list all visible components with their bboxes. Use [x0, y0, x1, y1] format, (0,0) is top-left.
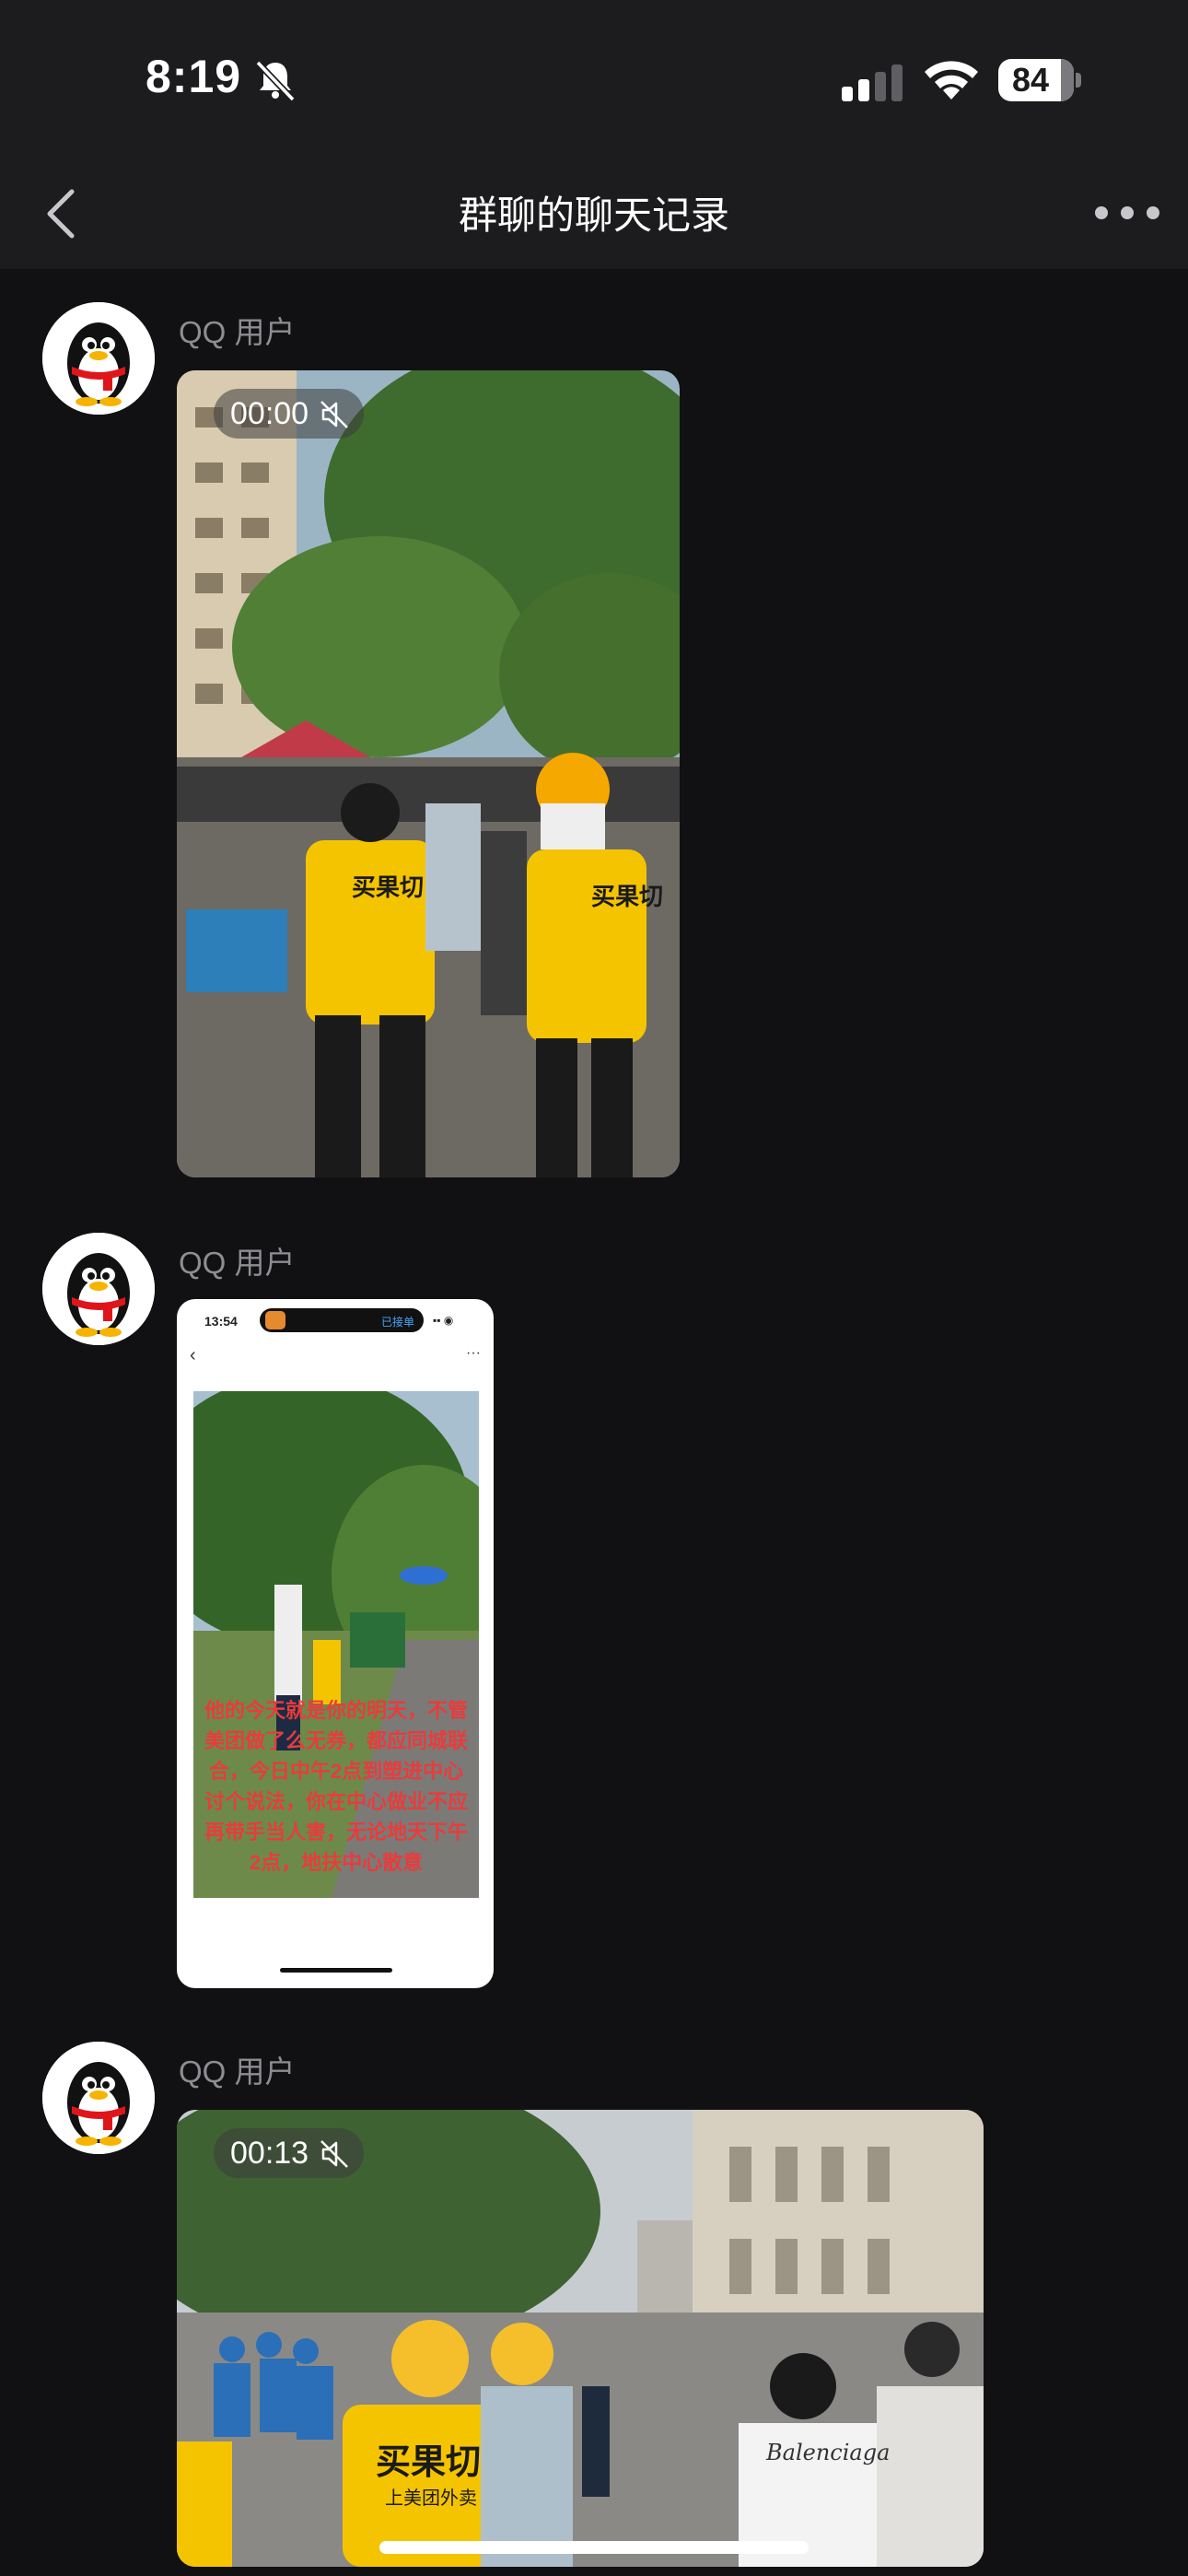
svg-text:Balenciaga: Balenciaga	[765, 2440, 890, 2465]
video-duration-badge: 00:00	[214, 389, 365, 439]
cellular-signal-icon	[842, 64, 903, 101]
embedded-photo: 他的今天就是你的明天，不管美团做了么无券，都应同城联合，今日中午2点到塑进中心讨…	[193, 1391, 479, 1898]
video-thumbnail: 买果切 买果切	[177, 370, 680, 1177]
sender-name: QQ 用户	[179, 315, 296, 349]
more-options-icon[interactable]	[1090, 190, 1164, 236]
nav-bar: 群聊的聊天记录	[0, 157, 1188, 269]
embedded-home-indicator	[280, 1968, 392, 1973]
sender-name: QQ 用户	[179, 2055, 296, 2089]
battery-level: 84	[1011, 61, 1050, 99]
embedded-back-icon: ‹	[190, 1345, 196, 1365]
embedded-more-icon: ···	[466, 1345, 481, 1361]
mute-icon[interactable]	[318, 398, 351, 431]
qq-penguin-avatar-icon	[42, 302, 155, 415]
video-message[interactable]: 买果切 买果切 00:00	[177, 370, 680, 1177]
jersey-label: 买果切	[376, 2441, 481, 2482]
qq-penguin-avatar-icon	[42, 2042, 155, 2154]
bell-muted-icon	[255, 60, 296, 102]
video-message[interactable]: 买果切 上美团外卖 Balenciaga 00:13	[177, 2110, 984, 2567]
page-title: 群聊的聊天记录	[458, 193, 729, 237]
video-duration-badge: 00:13	[214, 2128, 365, 2178]
embedded-status-bar: 13:54 已接单 ▪▪ ◉	[177, 1299, 494, 1336]
wifi-icon	[925, 61, 978, 100]
avatar[interactable]	[42, 1233, 155, 1345]
avatar[interactable]	[42, 2042, 155, 2154]
qq-penguin-avatar-icon	[42, 1233, 155, 1345]
status-bar: 8:19 84	[0, 0, 1188, 157]
photo-caption: 他的今天就是你的明天，不管美团做了么无券，都应同城联合，今日中午2点到塑进中心讨…	[204, 1699, 468, 1874]
image-message[interactable]: 13:54 已接单 ▪▪ ◉ ‹ ··· 他的今天就是你的明天，不管美团做了么无…	[177, 1299, 494, 1988]
jersey-label: 买果切	[352, 874, 424, 902]
status-time: 8:19	[146, 51, 242, 102]
video-time: 00:00	[230, 396, 309, 431]
video-thumbnail: 买果切 上美团外卖 Balenciaga	[177, 2110, 984, 2567]
video-time: 00:13	[230, 2136, 309, 2171]
battery-indicator: 84	[998, 59, 1081, 101]
svg-text:买果切: 买果切	[591, 884, 663, 911]
home-indicator[interactable]	[379, 2541, 809, 2554]
sender-name: QQ 用户	[179, 1246, 296, 1280]
avatar[interactable]	[42, 302, 155, 415]
mute-icon[interactable]	[318, 2137, 351, 2171]
jersey-sublabel: 上美团外卖	[385, 2487, 477, 2509]
